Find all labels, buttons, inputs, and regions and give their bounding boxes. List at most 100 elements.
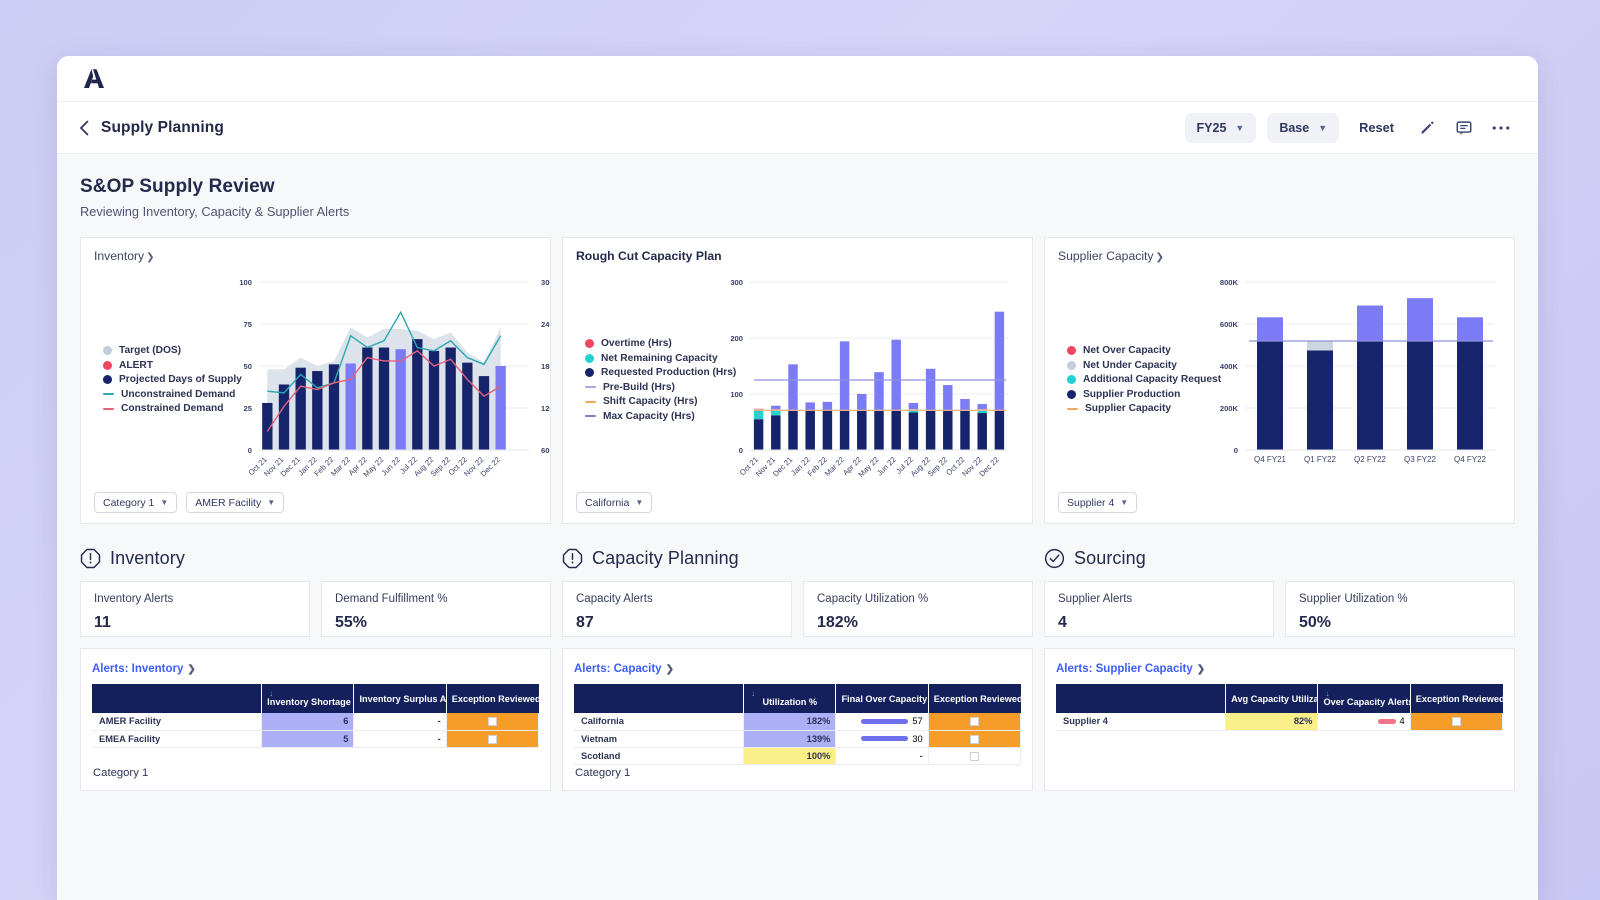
capacity-planning-section: Capacity Planning Capacity Alerts 87 Cap… [562, 548, 1033, 791]
sourcing-section-header: Sourcing [1044, 548, 1515, 569]
svg-text:800K: 800K [1220, 278, 1239, 287]
kpi-value: 87 [576, 614, 778, 632]
check-circle-icon [1044, 548, 1065, 569]
svg-text:120K: 120K [541, 404, 551, 413]
column-header-blank[interactable] [574, 684, 744, 713]
supplier-capacity-chart-title-text: Supplier Capacity [1058, 249, 1154, 263]
svg-text:180K: 180K [541, 362, 551, 371]
alerts-supplier-capacity-link[interactable]: Alerts: Supplier Capacity❯ [1056, 663, 1205, 675]
period-selector[interactable]: FY25 ▼ [1185, 113, 1257, 143]
checkbox[interactable] [488, 717, 497, 726]
cell-reviewed[interactable] [928, 747, 1020, 764]
app-window: Supply Planning FY25 ▼ Base ▼ Reset S&O [57, 56, 1538, 900]
breadcrumb-title[interactable]: Supply Planning [101, 119, 224, 137]
alerts-inventory-link[interactable]: Alerts: Inventory❯ [92, 663, 196, 675]
column-header-reviewed[interactable]: Exception Reviewed? [1410, 684, 1502, 713]
table-row[interactable]: Scotland 100% - [574, 747, 1021, 764]
column-header-over-capacity[interactable]: ↓Over Capacity Alerts [1318, 684, 1410, 713]
filter-supplier[interactable]: Supplier 4▼ [1058, 492, 1137, 513]
cell-reviewed[interactable] [928, 730, 1020, 747]
inventory-alerts-table-card: Alerts: Inventory❯ ↓Inventory Shortage A… [80, 648, 551, 791]
column-header-over-capacity[interactable]: Final Over Capacity Alerts [836, 684, 928, 713]
legend-swatch [585, 415, 596, 417]
checkbox[interactable] [970, 717, 979, 726]
kpi-card-capacity-utilization: Capacity Utilization % 182% [803, 581, 1033, 637]
checkbox[interactable] [970, 752, 979, 761]
table-row[interactable]: Vietnam 139% 30 [574, 730, 1021, 747]
legend-label: Pre-Build (Hrs) [603, 382, 675, 393]
legend-swatch [1067, 375, 1076, 384]
pencil-icon[interactable] [1414, 115, 1440, 141]
filter-category[interactable]: Category 1▼ [94, 492, 177, 513]
column-header-label: Over Capacity Alerts [1323, 697, 1413, 707]
cell-reviewed[interactable] [928, 713, 1020, 730]
capacity-alerts-table: ↓Utilization % Final Over Capacity Alert… [574, 684, 1021, 765]
chevron-right-icon: ❯ [146, 252, 154, 263]
chevron-down-icon: ▼ [267, 498, 275, 507]
reset-button[interactable]: Reset [1350, 120, 1403, 135]
svg-text:Mar 22: Mar 22 [823, 455, 846, 478]
kpi-value: 55% [335, 614, 537, 632]
checkbox[interactable] [488, 735, 497, 744]
column-header-utilization[interactable]: ↓Utilization % [744, 684, 836, 713]
legend-label: Net Remaining Capacity [601, 353, 718, 364]
more-options-icon[interactable] [1488, 115, 1514, 141]
capacity-alerts-table-card: Alerts: Capacity❯ ↓Utilization % Final O… [562, 648, 1033, 791]
inventory-section: Inventory Inventory Alerts 11 Demand Ful… [80, 548, 551, 791]
chevron-right-icon: ❯ [666, 664, 674, 675]
filter-facility[interactable]: AMER Facility▼ [186, 492, 284, 513]
alert-octagon-icon [80, 548, 101, 569]
cell-over-capacity-alerts: - [836, 747, 928, 764]
column-header-avg-utilization[interactable]: Avg Capacity Utilization % [1226, 684, 1318, 713]
cell-reviewed[interactable] [446, 730, 538, 747]
alerts-capacity-link[interactable]: Alerts: Capacity❯ [574, 663, 674, 675]
comment-icon[interactable] [1451, 115, 1477, 141]
svg-text:0: 0 [739, 446, 743, 455]
svg-text:Sep 22: Sep 22 [926, 455, 949, 478]
svg-text:0: 0 [1234, 446, 1238, 455]
inline-bar [861, 736, 908, 741]
inventory-chart-card: Inventory❯ Target (DOS) ALERT Projected … [80, 237, 551, 524]
sourcing-kpi-cards: Supplier Alerts 4 Supplier Utilization %… [1044, 581, 1515, 637]
cell-value: 57 [912, 716, 922, 726]
supplier-capacity-chart-title[interactable]: Supplier Capacity❯ [1058, 249, 1164, 263]
svg-text:300: 300 [730, 278, 743, 287]
alerts-inventory-link-label: Alerts: Inventory [92, 663, 183, 675]
legend-swatch [1067, 346, 1076, 355]
chevron-down-icon: ▼ [635, 498, 643, 507]
cell-utilization: 100% [744, 747, 836, 764]
inventory-chart-title[interactable]: Inventory❯ [94, 249, 155, 263]
version-selector[interactable]: Base ▼ [1267, 113, 1339, 143]
svg-text:50: 50 [244, 362, 252, 371]
table-row[interactable]: Supplier 4 82% 4 [1056, 713, 1503, 730]
table-row[interactable]: AMER Facility 6 - [92, 713, 539, 730]
legend-swatch [103, 375, 112, 384]
filter-location[interactable]: California▼ [576, 492, 652, 513]
svg-text:600K: 600K [1220, 320, 1239, 329]
legend-label: Net Under Capacity [1083, 360, 1177, 371]
table-row[interactable]: California 182% 57 [574, 713, 1021, 730]
column-header-reviewed[interactable]: Exception Reviewed? [928, 684, 1020, 713]
inventory-alerts-table: ↓Inventory Shortage Alerts Inventory Sur… [92, 684, 539, 748]
column-header-surplus[interactable]: Inventory Surplus Alerts [354, 684, 446, 713]
supplier-alerts-table: Avg Capacity Utilization % ↓Over Capacit… [1056, 684, 1503, 731]
legend-swatch [1067, 361, 1076, 370]
column-header-blank[interactable] [92, 684, 262, 713]
back-chevron-icon[interactable] [75, 119, 93, 137]
anaplan-logo[interactable] [80, 67, 106, 91]
cell-reviewed[interactable] [446, 713, 538, 730]
cell-reviewed[interactable] [1410, 713, 1502, 730]
inventory-chart-title-text: Inventory [94, 249, 144, 263]
kpi-label: Inventory Alerts [94, 593, 296, 605]
checkbox[interactable] [1452, 717, 1461, 726]
legend-swatch [585, 354, 594, 363]
kpi-card-capacity-alerts: Capacity Alerts 87 [562, 581, 792, 637]
checkbox[interactable] [970, 735, 979, 744]
column-header-shortage[interactable]: ↓Inventory Shortage Alerts [262, 684, 354, 713]
column-header-blank[interactable] [1056, 684, 1226, 713]
legend-label: Supplier Capacity [1085, 403, 1171, 414]
column-header-reviewed[interactable]: Exception Reviewed? [446, 684, 538, 713]
table-row[interactable]: EMEA Facility 5 - [92, 730, 539, 747]
version-selector-label: Base [1279, 121, 1309, 135]
legend-label: Overtime (Hrs) [601, 338, 672, 349]
